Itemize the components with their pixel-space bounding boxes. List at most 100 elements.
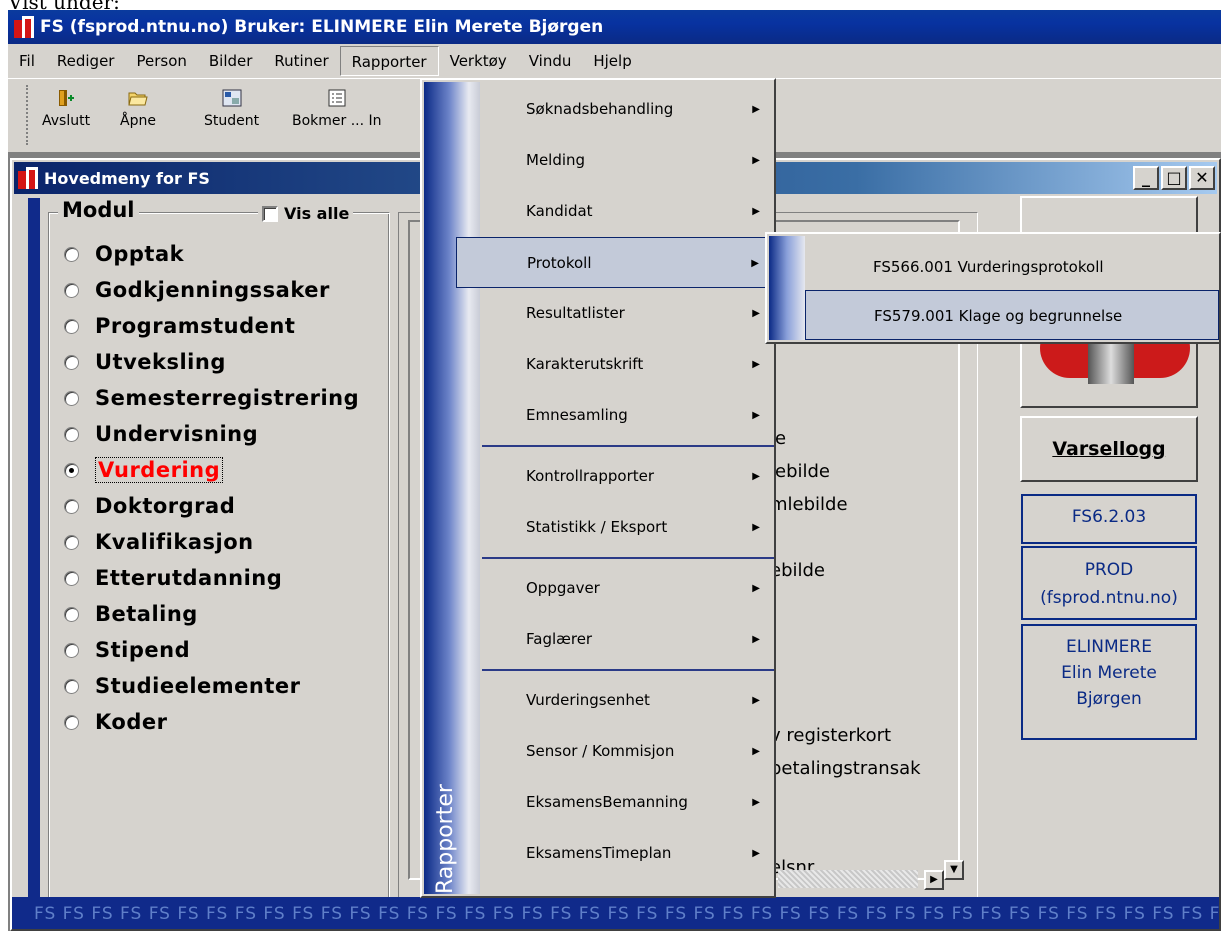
submenu-arrow-icon: ▶	[752, 359, 760, 370]
fs-pattern-bar: FS FS FS FS FS FS FS FS FS FS FS FS FS F…	[12, 897, 1219, 929]
rapporter-menu-item[interactable]: Karakterutskrift ▶	[482, 339, 774, 390]
varsellogg-button[interactable]: Varsellogg	[1020, 416, 1198, 482]
rapporter-menu-item[interactable]: Resultatlister ▶	[482, 288, 774, 339]
list-item[interactable]: mlebilde	[770, 488, 921, 521]
menu-verktoy[interactable]: Verktøy	[439, 46, 518, 76]
avslutt-button[interactable]: Avslutt	[42, 89, 90, 129]
menu-rediger[interactable]: Rediger	[46, 46, 126, 76]
vis-alle-check[interactable]	[262, 205, 278, 222]
list-item[interactable]: v registerkort	[770, 719, 921, 752]
modul-option[interactable]: Godkjenningssaker	[64, 272, 359, 308]
maximize-button[interactable]: □	[1161, 166, 1187, 190]
modul-option[interactable]: Stipend	[64, 632, 359, 668]
rapporter-menu-item[interactable]: Faglærer ▶	[482, 614, 774, 665]
environment-host: (fsprod.ntnu.no)	[1040, 588, 1178, 608]
list-item[interactable]	[770, 653, 921, 686]
radio-button[interactable]	[64, 678, 79, 694]
modul-option[interactable]: Betaling	[64, 596, 359, 632]
list-item[interactable]	[770, 818, 921, 851]
menu-bilder[interactable]: Bilder	[198, 46, 264, 76]
modul-option-label: Betaling	[95, 602, 198, 626]
radio-button[interactable]	[64, 714, 79, 730]
radio-button[interactable]	[64, 606, 79, 622]
modul-option[interactable]: Vurdering	[64, 452, 359, 488]
modul-option[interactable]: Etterutdanning	[64, 560, 359, 596]
menu-rutiner[interactable]: Rutiner	[263, 46, 339, 76]
modul-option[interactable]: Doktorgrad	[64, 488, 359, 524]
radio-button[interactable]	[64, 462, 79, 478]
submenu-item-fs579[interactable]: FS579.001 Klage og begrunnelse	[805, 290, 1219, 340]
horizontal-scrollbar-track[interactable]	[778, 870, 918, 888]
modul-option[interactable]: Studieelementer	[64, 668, 359, 704]
modul-option[interactable]: Undervisning	[64, 416, 359, 452]
apne-label: Åpne	[120, 113, 156, 129]
radio-button[interactable]	[64, 390, 79, 406]
hovedmeny-title: Hovedmeny for FS	[44, 168, 210, 188]
menu-vindu[interactable]: Vindu	[518, 46, 583, 76]
radio-button[interactable]	[64, 498, 79, 514]
menu-person[interactable]: Person	[125, 46, 197, 76]
submenu-item-fs566[interactable]: FS566.001 Vurderingsprotokoll	[805, 242, 1219, 292]
list-item[interactable]	[770, 686, 921, 719]
close-button[interactable]: ✕	[1189, 166, 1215, 190]
scroll-down-button[interactable]: ▼	[944, 860, 964, 880]
submenu-side-gradient	[769, 236, 805, 340]
rapporter-menu-item[interactable]: Sensor / Kommisjon ▶	[482, 726, 774, 777]
radio-button[interactable]	[64, 354, 79, 370]
minimize-button[interactable]: _	[1133, 166, 1159, 190]
menu-fil[interactable]: Fil	[8, 46, 46, 76]
modul-option-label: Etterutdanning	[95, 566, 283, 590]
menu-separator	[482, 665, 774, 675]
modul-option[interactable]: Programstudent	[64, 308, 359, 344]
rapporter-menu-item[interactable]: Protokoll ▶	[456, 237, 774, 288]
list-item[interactable]	[770, 785, 921, 818]
rapporter-menu-item[interactable]: EksamensTimeplan ▶	[482, 828, 774, 879]
modul-radio-list: Opptak Godkjenningssaker Programstudent Utv…	[64, 236, 359, 740]
rapporter-menu-item[interactable]: Statistikk / Eksport ▶	[482, 502, 774, 553]
fs-app-icon	[14, 16, 36, 38]
list-item[interactable]	[770, 620, 921, 653]
apne-button[interactable]: Åpne	[120, 89, 156, 129]
radio-button[interactable]	[64, 570, 79, 586]
modul-option[interactable]: Semesterregistrering	[64, 380, 359, 416]
list-item[interactable]	[770, 587, 921, 620]
vis-alle-checkbox[interactable]: Vis alle	[258, 204, 354, 223]
list-item[interactable]: le	[770, 422, 921, 455]
menu-rapporter[interactable]: Rapporter	[339, 46, 439, 76]
list-item[interactable]: betalingstransak	[770, 752, 921, 785]
rapporter-menu-item[interactable]: Kandidat ▶	[482, 186, 774, 237]
radio-button[interactable]	[64, 534, 79, 550]
list-item[interactable]: lebilde	[770, 455, 921, 488]
rapporter-menu-item[interactable]: Oppgaver ▶	[482, 563, 774, 614]
rapporter-menu-item[interactable]: Søknadsbehandling ▶	[482, 84, 774, 135]
version-box: FS6.2.03	[1021, 494, 1197, 544]
rapporter-menu-item[interactable]: EksamensBemanning ▶	[482, 777, 774, 828]
rapporter-menu-item[interactable]: Melding ▶	[482, 135, 774, 186]
rapporter-menu-item[interactable]: Vurderingsenhet ▶	[482, 675, 774, 726]
menu-item-label: Melding	[526, 151, 586, 169]
rapporter-menu-item[interactable]: Emnesamling ▶	[482, 390, 774, 441]
list-item[interactable]	[770, 521, 921, 554]
modul-option[interactable]: Koder	[64, 704, 359, 740]
scroll-right-button[interactable]: ▶	[924, 870, 944, 890]
menu-item-label: Sensor / Kommisjon	[526, 742, 675, 760]
modul-option[interactable]: Utveksling	[64, 344, 359, 380]
radio-button[interactable]	[64, 318, 79, 334]
menu-hjelp[interactable]: Hjelp	[582, 46, 642, 76]
user-id: ELINMERE	[1066, 637, 1152, 657]
bokmerker-button[interactable]: Bokmer ... In	[292, 89, 382, 129]
modul-option[interactable]: Kvalifikasjon	[64, 524, 359, 560]
rapporter-menu-item[interactable]: Kontrollrapporter ▶	[482, 451, 774, 502]
menu-item-label: EksamensTimeplan	[526, 844, 672, 862]
radio-button[interactable]	[64, 642, 79, 658]
radio-button[interactable]	[64, 246, 79, 262]
radio-button[interactable]	[64, 426, 79, 442]
submenu-arrow-icon: ▶	[752, 797, 760, 808]
radio-button[interactable]	[64, 282, 79, 298]
list-item[interactable]: ebilde	[770, 554, 921, 587]
modul-option[interactable]: Opptak	[64, 236, 359, 272]
exit-door-icon	[59, 90, 75, 106]
bokmerker-label: Bokmer ... In	[292, 113, 382, 129]
toolbar-grip[interactable]	[26, 85, 29, 145]
student-button[interactable]: Student	[204, 89, 259, 129]
